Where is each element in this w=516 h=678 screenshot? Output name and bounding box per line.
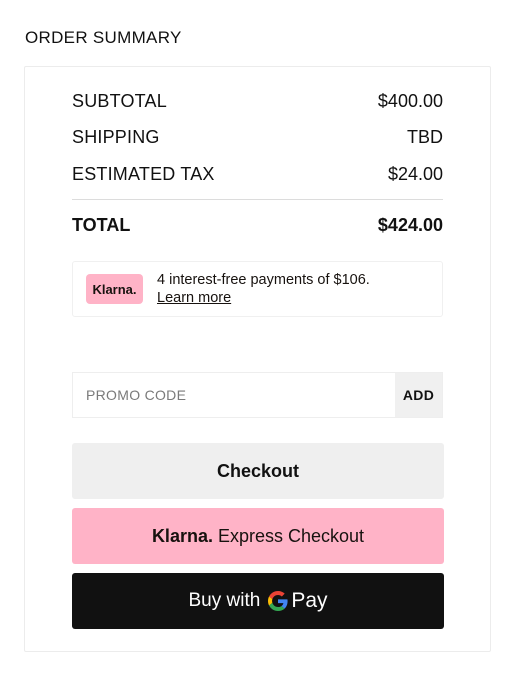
shipping-label: SHIPPING	[72, 127, 160, 147]
learn-more-link[interactable]: Learn more	[157, 290, 231, 306]
google-pay-button[interactable]: Buy with Pay	[72, 573, 444, 629]
klarna-express-checkout-button[interactable]: Klarna. Express Checkout	[72, 508, 444, 564]
total-row: TOTAL $424.00	[72, 215, 443, 236]
order-summary-card: SUBTOTAL $400.00 SHIPPING TBD ESTIMATED …	[24, 66, 491, 652]
buy-with-label: Buy with	[188, 590, 261, 611]
klarna-installments-text: 4 interest-free payments of $106.	[157, 272, 370, 288]
shipping-value: TBD	[407, 127, 443, 147]
add-promo-button[interactable]: ADD	[395, 373, 442, 417]
express-checkout-label: Express Checkout	[217, 525, 365, 546]
total-label: TOTAL	[72, 215, 131, 235]
promo-code-input[interactable]	[73, 373, 396, 417]
tax-row: ESTIMATED TAX $24.00	[72, 164, 443, 185]
google-g-icon	[268, 591, 288, 611]
total-value: $424.00	[377, 215, 443, 235]
checkout-button[interactable]: Checkout	[72, 443, 444, 499]
shipping-row: SHIPPING TBD	[72, 127, 443, 148]
subtotal-row: SUBTOTAL $400.00	[72, 91, 443, 112]
klarna-text: 4 interest-free payments of $106. Learn …	[157, 271, 370, 307]
promo-code-form: ADD	[72, 372, 443, 418]
klarna-logo: Klarna.	[86, 274, 143, 304]
subtotal-label: SUBTOTAL	[72, 91, 167, 111]
klarna-logo: Klarna.	[151, 525, 213, 546]
tax-label: ESTIMATED TAX	[72, 164, 215, 184]
subtotal-value: $400.00	[377, 91, 443, 111]
page-title: ORDER SUMMARY	[25, 28, 182, 47]
klarna-message: Klarna. 4 interest-free payments of $106…	[72, 261, 443, 317]
tax-value: $24.00	[387, 164, 443, 184]
pay-label: Pay	[291, 589, 328, 612]
summary-divider	[72, 199, 443, 200]
